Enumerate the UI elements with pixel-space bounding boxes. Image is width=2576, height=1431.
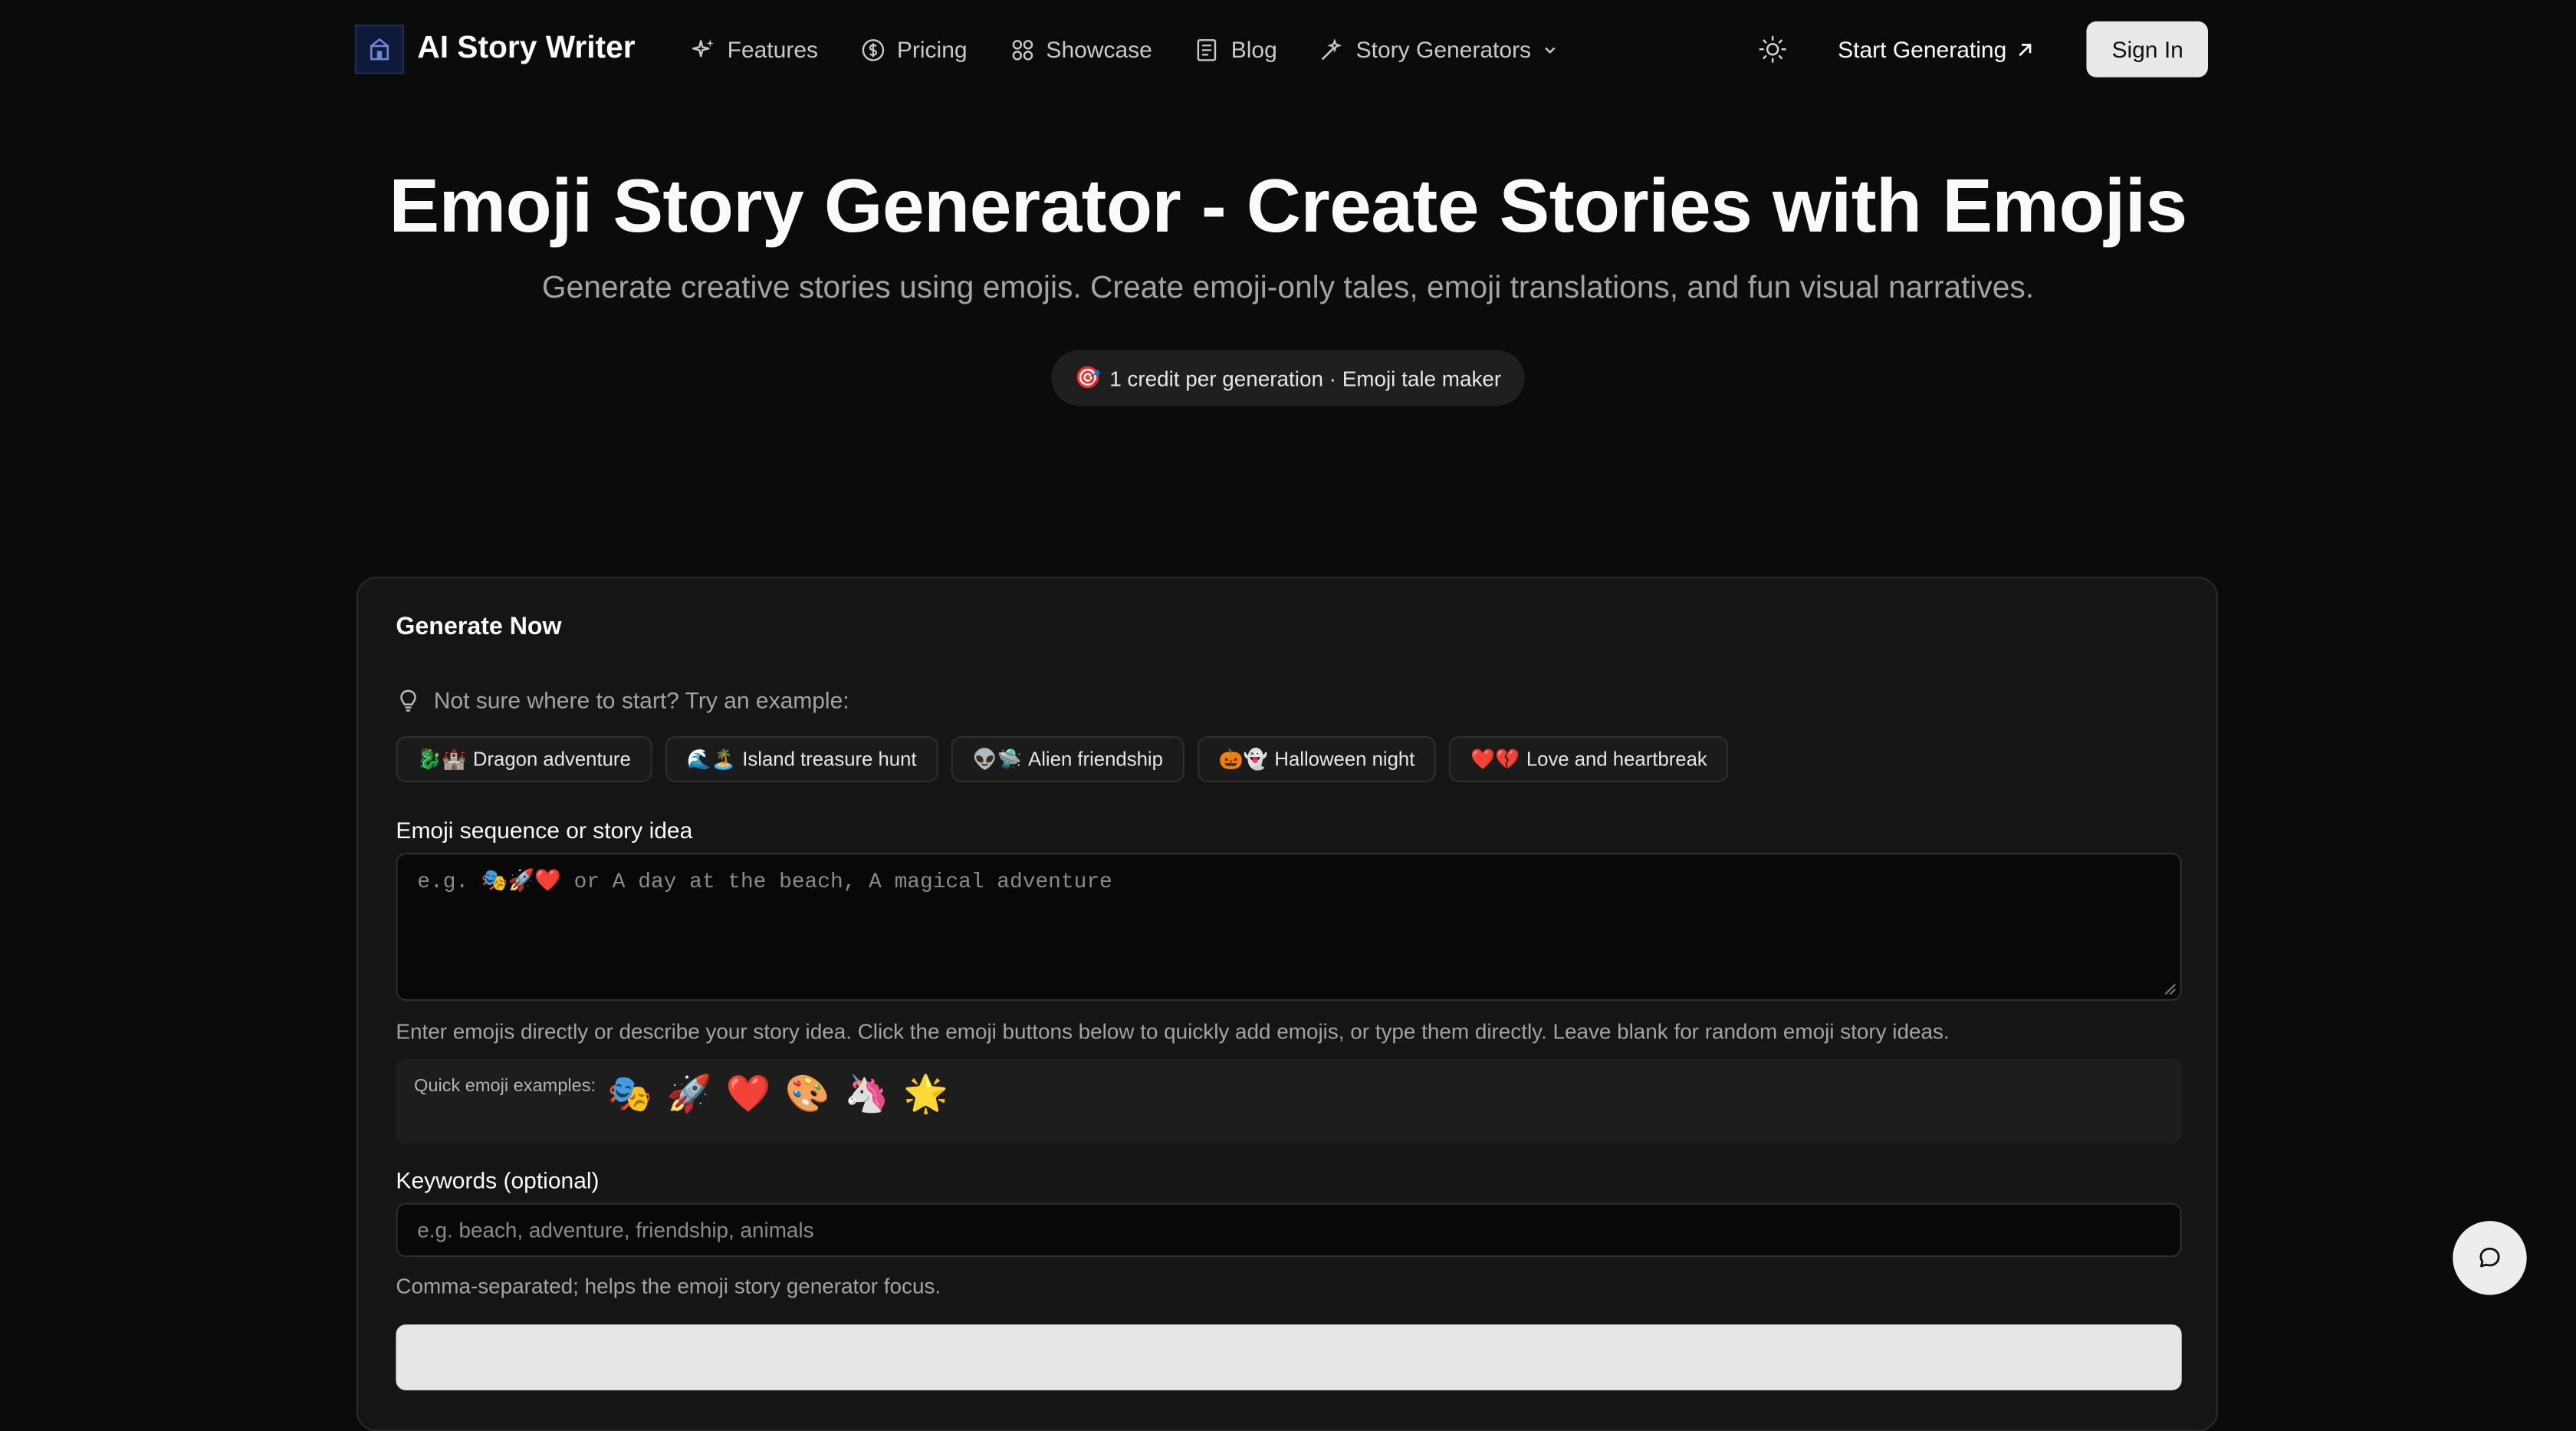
example-chip-love[interactable]: ❤️💔 Love and heartbreak <box>1449 736 1729 782</box>
nav-link-label: Pricing <box>896 36 968 63</box>
resize-handle-icon[interactable] <box>2164 982 2177 995</box>
nav-link-pricing[interactable]: Pricing <box>861 36 968 62</box>
nav-link-label: Features <box>727 36 819 63</box>
sign-in-button[interactable]: Sign In <box>2087 21 2208 77</box>
nav-link-features[interactable]: Features <box>691 36 818 62</box>
chip-emoji: 🎃👻 <box>1218 747 1268 771</box>
page-subtitle: Generate creative stories using emojis. … <box>541 271 2035 306</box>
chip-emoji: 🐉🏰 <box>417 747 467 771</box>
quick-emoji-button[interactable]: 🎭 <box>607 1073 652 1117</box>
top-navbar: AI Story Writer Features Pricing Showcas… <box>354 21 2208 77</box>
quick-emoji-button[interactable]: 🚀 <box>667 1073 712 1117</box>
logo-icon[interactable] <box>354 25 405 74</box>
sparkles-icon <box>692 38 714 57</box>
chip-label: Island treasure hunt <box>742 747 917 771</box>
nav-link-blog[interactable]: Blog <box>1195 36 1277 62</box>
example-chips: 🐉🏰 Dragon adventure 🌊🏝️ Island treasure hu… <box>396 736 1729 782</box>
chat-button[interactable] <box>2453 1221 2527 1295</box>
chip-label: Dragon adventure <box>472 747 631 771</box>
quick-emoji-button[interactable]: 🦄 <box>844 1073 889 1117</box>
chip-label: Alien friendship <box>1028 747 1163 771</box>
chat-bubble-icon <box>2479 1247 2500 1268</box>
nav-links: Features Pricing Showcase Blog Story Gen… <box>691 36 1557 62</box>
arrow-up-right-icon <box>2019 43 2032 56</box>
lightbulb-icon <box>400 689 416 711</box>
quick-emoji-button[interactable]: ❤️ <box>726 1073 771 1117</box>
chip-emoji: 👽🛸 <box>972 747 1022 771</box>
example-chip-island[interactable]: 🌊🏝️ Island treasure hunt <box>665 736 938 782</box>
nav-actions: Start Generating Sign In <box>1756 21 2208 77</box>
example-chip-dragon[interactable]: 🐉🏰 Dragon adventure <box>396 736 652 782</box>
textarea-placeholder: e.g. 🎭🚀❤️ or A day at the beach, A magic… <box>417 869 1112 894</box>
nav-link-label: Blog <box>1230 36 1277 63</box>
start-generating-button[interactable]: Start Generating <box>1838 36 2035 62</box>
castle-icon <box>370 38 389 61</box>
example-hint: Not sure where to start? Try an example: <box>396 687 849 713</box>
example-hint-text: Not sure where to start? Try an example: <box>433 686 849 713</box>
page-title: Emoji Story Generator - Create Stories w… <box>389 163 2187 248</box>
sun-icon <box>1758 35 1786 63</box>
quick-emoji-label: Quick emoji examples: <box>414 1076 596 1097</box>
keywords-label: Keywords (optional) <box>396 1166 600 1193</box>
target-icon: 🎯 <box>1074 365 1102 390</box>
quick-emoji-list: 🎭 🚀 ❤️ 🎨 🦄 🌟 <box>607 1073 948 1117</box>
theme-toggle-button[interactable] <box>1756 33 1789 66</box>
chevron-down-icon <box>1545 46 1556 53</box>
emoji-sequence-textarea[interactable]: e.g. 🎭🚀❤️ or A day at the beach, A magic… <box>396 853 2182 1001</box>
nav-link-story-generators[interactable]: Story Generators <box>1319 36 1557 62</box>
wand-icon <box>1322 37 1342 60</box>
nav-link-label: Showcase <box>1046 36 1152 63</box>
generate-button[interactable] <box>396 1324 2182 1390</box>
start-generating-label: Start Generating <box>1838 36 2007 63</box>
credit-badge-text: 1 credit per generation · Emoji tale mak… <box>1109 365 1502 390</box>
chip-emoji: 🌊🏝️ <box>686 747 736 771</box>
document-icon <box>1198 38 1217 61</box>
generator-card: Generate Now Not sure where to start? Tr… <box>356 577 2218 1431</box>
brand-name[interactable]: AI Story Writer <box>417 31 635 67</box>
keywords-input[interactable]: e.g. beach, adventure, friendship, anima… <box>396 1202 2182 1258</box>
example-chip-alien[interactable]: 👽🛸 Alien friendship <box>951 736 1184 782</box>
nav-link-showcase[interactable]: Showcase <box>1010 36 1152 62</box>
nav-link-label: Story Generators <box>1355 36 1532 63</box>
example-chip-halloween[interactable]: 🎃👻 Halloween night <box>1197 736 1437 782</box>
quick-emoji-button[interactable]: 🌟 <box>903 1073 948 1117</box>
dollar-circle-icon <box>862 38 885 61</box>
chip-label: Halloween night <box>1274 747 1415 771</box>
credit-pill-wrap: 🎯 1 credit per generation · Emoji tale m… <box>0 350 2576 406</box>
chip-label: Love and heartbreak <box>1526 747 1707 771</box>
quick-emoji-button[interactable]: 🎨 <box>785 1073 830 1117</box>
keywords-help-text: Comma-separated; helps the emoji story g… <box>396 1273 941 1298</box>
sequence-label: Emoji sequence or story idea <box>396 817 693 844</box>
card-title: Generate Now <box>396 613 562 641</box>
grid-icon <box>1012 39 1033 60</box>
credit-badge: 🎯 1 credit per generation · Emoji tale m… <box>1051 350 1525 406</box>
quick-emoji-panel: Quick emoji examples: 🎭 🚀 ❤️ 🎨 🦄 🌟 <box>396 1058 2182 1144</box>
keywords-placeholder: e.g. beach, adventure, friendship, anima… <box>417 1217 814 1242</box>
sequence-help-text: Enter emojis directly or describe your s… <box>396 1018 1950 1044</box>
chip-emoji: ❤️💔 <box>1470 747 1520 771</box>
